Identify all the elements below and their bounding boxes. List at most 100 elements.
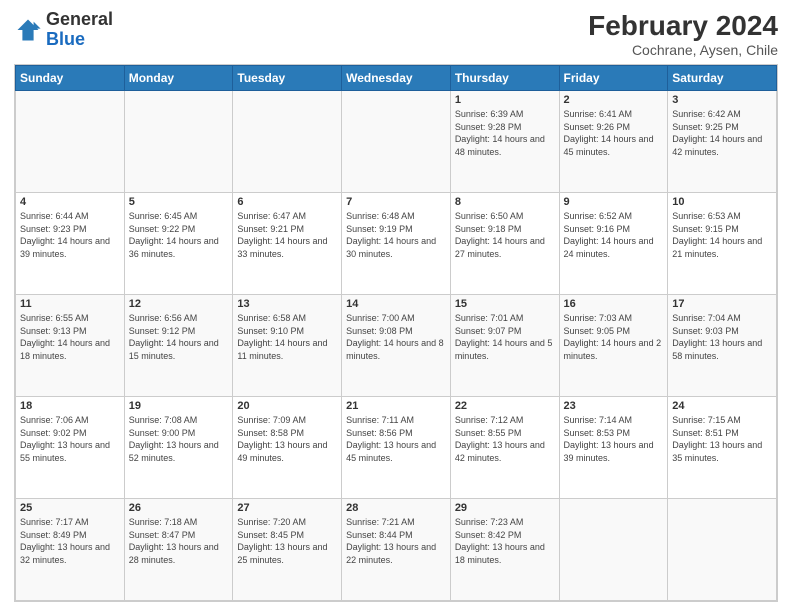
day-info: Sunrise: 7:17 AM Sunset: 8:49 PM Dayligh… (20, 516, 120, 566)
day-number: 5 (129, 196, 229, 208)
day-info: Sunrise: 7:14 AM Sunset: 8:53 PM Dayligh… (564, 414, 664, 464)
table-row: 8 Sunrise: 6:50 AM Sunset: 9:18 PM Daylig… (450, 193, 559, 295)
day-info: Sunrise: 7:11 AM Sunset: 8:56 PM Dayligh… (346, 414, 446, 464)
day-number: 8 (455, 196, 555, 208)
day-number: 6 (237, 196, 337, 208)
table-row: 11 Sunrise: 6:55 AM Sunset: 9:13 PM Dayli… (16, 295, 125, 397)
table-row (559, 499, 668, 601)
table-row: 27 Sunrise: 7:20 AM Sunset: 8:45 PM Dayli… (233, 499, 342, 601)
table-row: 12 Sunrise: 6:56 AM Sunset: 9:12 PM Dayli… (124, 295, 233, 397)
day-info: Sunrise: 7:04 AM Sunset: 9:03 PM Dayligh… (672, 312, 772, 362)
header-friday: Friday (559, 66, 668, 91)
header: General Blue February 2024 Cochrane, Ays… (14, 10, 778, 58)
day-number: 21 (346, 400, 446, 412)
table-row: 19Sunrise: 7:08 AM Sunset: 9:00 PM Dayli… (124, 397, 233, 499)
day-number: 14 (346, 298, 446, 310)
day-info: Sunrise: 7:20 AM Sunset: 8:45 PM Dayligh… (237, 516, 337, 566)
calendar-week-1: 1 Sunrise: 6:39 AM Sunset: 9:28 PM Daylig… (16, 91, 777, 193)
logo-blue-text: Blue (46, 29, 85, 49)
table-row: 20Sunrise: 7:09 AM Sunset: 8:58 PM Dayli… (233, 397, 342, 499)
day-number: 15 (455, 298, 555, 310)
page-title: February 2024 (588, 10, 778, 42)
page-subtitle: Cochrane, Aysen, Chile (588, 42, 778, 58)
day-number: 18 (20, 400, 120, 412)
table-row: 13 Sunrise: 6:58 AM Sunset: 9:10 PM Dayli… (233, 295, 342, 397)
day-info: Sunrise: 6:41 AM Sunset: 9:26 PM Dayligh… (564, 108, 664, 158)
table-row: 26 Sunrise: 7:18 AM Sunset: 8:47 PM Dayli… (124, 499, 233, 601)
day-info: Sunrise: 6:44 AM Sunset: 9:23 PM Dayligh… (20, 210, 120, 260)
day-info: Sunrise: 7:18 AM Sunset: 8:47 PM Dayligh… (129, 516, 229, 566)
day-info: Sunrise: 6:50 AM Sunset: 9:18 PM Dayligh… (455, 210, 555, 260)
day-number: 24 (672, 400, 772, 412)
table-row (342, 91, 451, 193)
day-info: Sunrise: 6:52 AM Sunset: 9:16 PM Dayligh… (564, 210, 664, 260)
day-info: Sunrise: 6:58 AM Sunset: 9:10 PM Dayligh… (237, 312, 337, 362)
day-info: Sunrise: 6:47 AM Sunset: 9:21 PM Dayligh… (237, 210, 337, 260)
day-info: Sunrise: 7:09 AM Sunset: 8:58 PM Dayligh… (237, 414, 337, 464)
day-number: 28 (346, 502, 446, 514)
table-row (233, 91, 342, 193)
day-number: 2 (564, 94, 664, 106)
day-number: 9 (564, 196, 664, 208)
day-info: Sunrise: 6:42 AM Sunset: 9:25 PM Dayligh… (672, 108, 772, 158)
day-info: Sunrise: 6:53 AM Sunset: 9:15 PM Dayligh… (672, 210, 772, 260)
header-sunday: Sunday (16, 66, 125, 91)
day-info: Sunrise: 7:23 AM Sunset: 8:42 PM Dayligh… (455, 516, 555, 566)
table-row: 16 Sunrise: 7:03 AM Sunset: 9:05 PM Dayli… (559, 295, 668, 397)
day-number: 22 (455, 400, 555, 412)
day-info: Sunrise: 7:00 AM Sunset: 9:08 PM Dayligh… (346, 312, 446, 362)
table-row: 17Sunrise: 7:04 AM Sunset: 9:03 PM Dayli… (668, 295, 777, 397)
header-tuesday: Tuesday (233, 66, 342, 91)
table-row (16, 91, 125, 193)
table-row: 24 Sunrise: 7:15 AM Sunset: 8:51 PM Dayli… (668, 397, 777, 499)
day-info: Sunrise: 7:06 AM Sunset: 9:02 PM Dayligh… (20, 414, 120, 464)
calendar-week-2: 4 Sunrise: 6:44 AM Sunset: 9:23 PM Daylig… (16, 193, 777, 295)
day-info: Sunrise: 7:03 AM Sunset: 9:05 PM Dayligh… (564, 312, 664, 362)
table-row: 4 Sunrise: 6:44 AM Sunset: 9:23 PM Daylig… (16, 193, 125, 295)
day-number: 13 (237, 298, 337, 310)
header-saturday: Saturday (668, 66, 777, 91)
table-row: 28 Sunrise: 7:21 AM Sunset: 8:44 PM Dayli… (342, 499, 451, 601)
day-number: 4 (20, 196, 120, 208)
table-row: 3Sunrise: 6:42 AM Sunset: 9:25 PM Daylig… (668, 91, 777, 193)
table-row: 21 Sunrise: 7:11 AM Sunset: 8:56 PM Dayli… (342, 397, 451, 499)
table-row: 23 Sunrise: 7:14 AM Sunset: 8:53 PM Dayli… (559, 397, 668, 499)
day-info: Sunrise: 7:01 AM Sunset: 9:07 PM Dayligh… (455, 312, 555, 362)
day-number: 27 (237, 502, 337, 514)
day-number: 11 (20, 298, 120, 310)
table-row: 25 Sunrise: 7:17 AM Sunset: 8:49 PM Dayli… (16, 499, 125, 601)
header-thursday: Thursday (450, 66, 559, 91)
day-number: 25 (20, 502, 120, 514)
calendar-header-row: Sunday Monday Tuesday Wednesday Thursday… (16, 66, 777, 91)
day-info: Sunrise: 6:48 AM Sunset: 9:19 PM Dayligh… (346, 210, 446, 260)
table-row: 18 Sunrise: 7:06 AM Sunset: 9:02 PM Dayli… (16, 397, 125, 499)
table-row (124, 91, 233, 193)
table-row: 7 Sunrise: 6:48 AM Sunset: 9:19 PM Daylig… (342, 193, 451, 295)
day-info: Sunrise: 6:39 AM Sunset: 9:28 PM Dayligh… (455, 108, 555, 158)
day-number: 7 (346, 196, 446, 208)
day-info: Sunrise: 7:21 AM Sunset: 8:44 PM Dayligh… (346, 516, 446, 566)
day-info: Sunrise: 6:45 AM Sunset: 9:22 PM Dayligh… (129, 210, 229, 260)
calendar-week-4: 18 Sunrise: 7:06 AM Sunset: 9:02 PM Dayli… (16, 397, 777, 499)
day-number: 16 (564, 298, 664, 310)
header-wednesday: Wednesday (342, 66, 451, 91)
day-info: Sunrise: 7:15 AM Sunset: 8:51 PM Dayligh… (672, 414, 772, 464)
table-row: 1 Sunrise: 6:39 AM Sunset: 9:28 PM Daylig… (450, 91, 559, 193)
day-number: 29 (455, 502, 555, 514)
table-row: 2 Sunrise: 6:41 AM Sunset: 9:26 PM Daylig… (559, 91, 668, 193)
day-number: 12 (129, 298, 229, 310)
day-info: Sunrise: 6:56 AM Sunset: 9:12 PM Dayligh… (129, 312, 229, 362)
day-number: 26 (129, 502, 229, 514)
table-row: 29 Sunrise: 7:23 AM Sunset: 8:42 PM Dayli… (450, 499, 559, 601)
calendar: Sunday Monday Tuesday Wednesday Thursday… (14, 64, 778, 602)
day-number: 10 (672, 196, 772, 208)
table-row: 6 Sunrise: 6:47 AM Sunset: 9:21 PM Daylig… (233, 193, 342, 295)
day-number: 23 (564, 400, 664, 412)
day-number: 1 (455, 94, 555, 106)
day-info: Sunrise: 7:12 AM Sunset: 8:55 PM Dayligh… (455, 414, 555, 464)
day-info: Sunrise: 6:55 AM Sunset: 9:13 PM Dayligh… (20, 312, 120, 362)
logo: General Blue (14, 10, 113, 50)
table-row: 15 Sunrise: 7:01 AM Sunset: 9:07 PM Dayli… (450, 295, 559, 397)
title-block: February 2024 Cochrane, Aysen, Chile (588, 10, 778, 58)
page: General Blue February 2024 Cochrane, Ays… (0, 0, 792, 612)
